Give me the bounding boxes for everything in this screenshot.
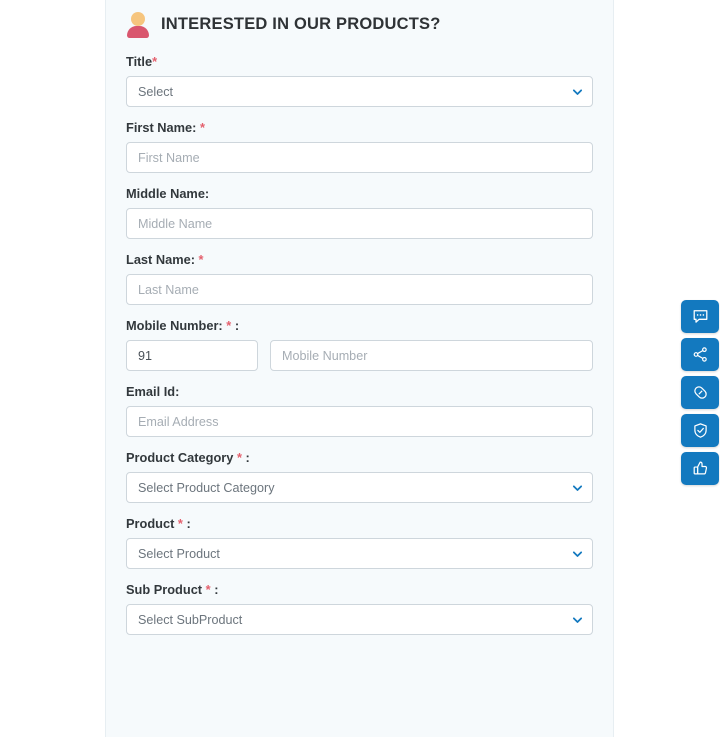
last-name-input[interactable] (126, 274, 593, 305)
mobile-number-row (126, 340, 593, 371)
label-suffix: : (186, 516, 191, 531)
required-asterisk: * (236, 450, 242, 465)
enquiry-form-panel: INTERESTED IN OUR PRODUCTS? Title* Selec… (105, 0, 614, 737)
floating-action-rail (681, 300, 719, 485)
field-middle-name: Middle Name: (126, 186, 593, 239)
select-product-category[interactable]: Select Product Category (126, 472, 593, 503)
label-suffix: : (214, 582, 219, 597)
field-mobile-number: Mobile Number: * : (126, 318, 593, 371)
label-text: Email Id: (126, 384, 180, 399)
page-title: INTERESTED IN OUR PRODUCTS? (161, 14, 441, 33)
chat-icon (692, 308, 709, 325)
required-asterisk: * (226, 318, 232, 333)
field-title: Title* Select (126, 54, 593, 107)
label-suffix: : (234, 318, 240, 333)
select-wrap-sub-product: Select SubProduct (126, 604, 593, 635)
label-middle-name: Middle Name: (126, 186, 593, 201)
label-text: Last Name: (126, 252, 195, 267)
label-text: First Name: (126, 120, 197, 135)
mobile-number-input[interactable] (270, 340, 593, 371)
middle-name-input[interactable] (126, 208, 593, 239)
required-asterisk: * (152, 54, 158, 69)
select-wrap-product: Select Product (126, 538, 593, 569)
label-sub-product: Sub Product * : (126, 582, 593, 597)
field-email-id: Email Id: (126, 384, 593, 437)
label-last-name: Last Name: * (126, 252, 593, 267)
verified-button[interactable] (681, 414, 719, 447)
label-suffix: : (245, 450, 250, 465)
chat-button[interactable] (681, 300, 719, 333)
label-text: Mobile Number: (126, 318, 223, 333)
share-icon (692, 346, 709, 363)
select-sub-product[interactable]: Select SubProduct (126, 604, 593, 635)
link-button[interactable] (681, 376, 719, 409)
required-asterisk: * (199, 120, 205, 135)
share-button[interactable] (681, 338, 719, 371)
label-product-category: Product Category * : (126, 450, 593, 465)
label-text: Title (126, 54, 153, 69)
required-asterisk: * (177, 516, 183, 531)
user-icon (126, 11, 150, 38)
label-mobile-number: Mobile Number: * : (126, 318, 593, 333)
label-text: Sub Product (126, 582, 203, 597)
required-asterisk: * (205, 582, 211, 597)
email-input[interactable] (126, 406, 593, 437)
field-last-name: Last Name: * (126, 252, 593, 305)
field-product: Product * : Select Product (126, 516, 593, 569)
select-product[interactable]: Select Product (126, 538, 593, 569)
select-wrap-product-category: Select Product Category (126, 472, 593, 503)
page-root: INTERESTED IN OUR PRODUCTS? Title* Selec… (0, 0, 720, 737)
label-text: Middle Name: (126, 186, 210, 201)
label-email-id: Email Id: (126, 384, 593, 399)
label-title: Title* (126, 54, 593, 69)
required-asterisk: * (198, 252, 204, 267)
like-button[interactable] (681, 452, 719, 485)
select-title[interactable]: Select (126, 76, 593, 107)
label-text: Product Category (126, 450, 234, 465)
select-wrap-title: Select (126, 76, 593, 107)
field-first-name: First Name: * (126, 120, 593, 173)
link-icon (692, 384, 709, 401)
panel-header: INTERESTED IN OUR PRODUCTS? (126, 0, 593, 41)
label-first-name: First Name: * (126, 120, 593, 135)
shield-check-icon (692, 422, 709, 439)
country-code-input[interactable] (126, 340, 258, 371)
first-name-input[interactable] (126, 142, 593, 173)
label-product: Product * : (126, 516, 593, 531)
thumbs-up-icon (692, 460, 709, 477)
field-sub-product: Sub Product * : Select SubProduct (126, 582, 593, 635)
field-product-category: Product Category * : Select Product Cate… (126, 450, 593, 503)
label-text: Product (126, 516, 175, 531)
